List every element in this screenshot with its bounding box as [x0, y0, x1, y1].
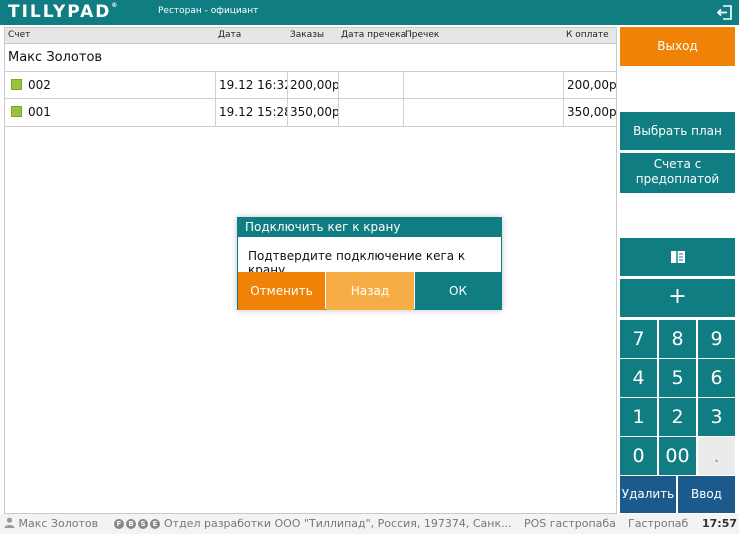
add-button[interactable]: + [620, 279, 735, 317]
orders-cell: 350,00р [288, 99, 339, 126]
key-9[interactable]: 9 [698, 320, 735, 358]
column-date[interactable]: Дата [218, 30, 241, 40]
ok-button[interactable]: ОК [415, 272, 501, 310]
badge-s-icon: S [138, 519, 148, 529]
key-7[interactable]: 7 [620, 320, 657, 358]
app-title: Ресторан - официант [158, 6, 259, 16]
precheck-cell [404, 99, 564, 126]
dialog-title: Подключить кег к крану [238, 218, 501, 237]
prepaid-line-2: предоплатой [635, 172, 720, 186]
precheck-date-cell [339, 99, 404, 126]
key-2[interactable]: 2 [659, 398, 696, 436]
column-orders[interactable]: Заказы [290, 30, 324, 40]
waiter-group-title: Макс Золотов [8, 50, 103, 65]
precheck-date-cell [339, 72, 404, 99]
logout-icon[interactable] [717, 5, 733, 20]
precheck-cell [404, 72, 564, 99]
key-8[interactable]: 8 [659, 320, 696, 358]
date-cell: 19.12 15:28 [216, 99, 288, 126]
user-status: Макс Золотов [4, 517, 98, 530]
badge-e-icon: E [150, 519, 160, 529]
badge-group: FBSE [114, 517, 162, 530]
menu-book-button[interactable] [620, 238, 735, 276]
key-6[interactable]: 6 [698, 359, 735, 397]
table-row[interactable]: 001 19.12 15:28 350,00р 350,00р [5, 99, 616, 127]
account-cell: 002 [5, 72, 216, 99]
column-to-pay[interactable]: К оплате [566, 30, 609, 40]
clock: 17:57 [702, 517, 738, 530]
status-bar: Макс Золотов FBSE Отдел разработки ООО "… [0, 514, 739, 534]
to-pay-cell: 200,00р [567, 78, 616, 92]
date-cell: 19.12 16:32 [216, 72, 288, 99]
enter-button[interactable]: Ввод [678, 476, 735, 513]
orders-cell: 200,00р [288, 72, 339, 99]
back-button[interactable]: Назад [326, 272, 414, 310]
key-1[interactable]: 1 [620, 398, 657, 436]
column-precheck-date[interactable]: Дата пречека [341, 30, 406, 40]
organization-text: Отдел разработки ООО "Тиллипад", Россия,… [164, 517, 512, 530]
key-4[interactable]: 4 [620, 359, 657, 397]
delete-button[interactable]: Удалить [620, 476, 676, 513]
book-icon [670, 251, 685, 263]
prepaid-line-1: Счета с [653, 157, 702, 171]
badge-b-icon: B [126, 519, 136, 529]
tillypad-logo: TILLYPAD® [8, 2, 118, 22]
key-decimal[interactable]: . [698, 437, 735, 475]
choose-plan-button[interactable]: Выбрать план [620, 112, 735, 150]
user-icon [4, 517, 15, 528]
venue-name: Гастропаб [628, 517, 689, 530]
badge-f-icon: F [114, 519, 124, 529]
exit-button[interactable]: Выход [620, 27, 735, 66]
key-00[interactable]: 00 [659, 437, 696, 475]
to-pay-cell: 350,00р [567, 105, 616, 119]
table-row[interactable]: 002 19.12 16:32 200,00р 200,00р [5, 71, 616, 99]
pos-name: POS гастропаба [524, 517, 616, 530]
column-account[interactable]: Счет [8, 30, 30, 40]
key-0[interactable]: 0 [620, 437, 657, 475]
prepaid-accounts-button[interactable]: Счета с предоплатой [620, 153, 735, 193]
key-3[interactable]: 3 [698, 398, 735, 436]
status-square-icon [11, 105, 22, 117]
top-bar: TILLYPAD® Ресторан - официант [0, 0, 739, 25]
table-header: Счет Дата Заказы Дата пречека Пречек К о… [5, 28, 616, 44]
account-cell: 001 [5, 99, 216, 126]
status-square-icon [11, 78, 22, 90]
cancel-button[interactable]: Отменить [238, 272, 325, 310]
column-precheck[interactable]: Пречек [405, 30, 439, 40]
current-user: Макс Золотов [18, 517, 99, 530]
key-5[interactable]: 5 [659, 359, 696, 397]
connect-keg-dialog: Подключить кег к крану Подтвердите подкл… [237, 217, 502, 310]
